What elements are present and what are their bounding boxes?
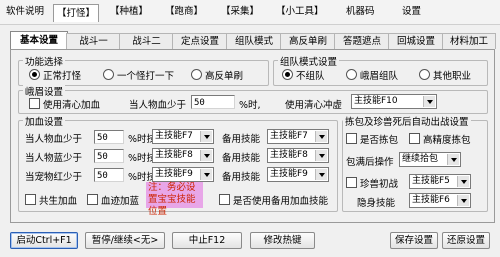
heal-settings-title: 加血设置 xyxy=(23,114,66,128)
pick-bag-checkbox[interactable]: 是否拣包 xyxy=(346,132,398,146)
radio-on-icon xyxy=(29,69,40,80)
checkbox-icon xyxy=(87,194,98,205)
chevron-down-icon xyxy=(200,150,212,161)
emei-hp-below-label: 当人物血少于 xyxy=(129,100,187,111)
chevron-down-icon xyxy=(447,154,459,165)
pet-skill-select[interactable]: 主技能F5 xyxy=(409,174,471,189)
mp-backup-label: 备用技能 xyxy=(222,153,261,164)
tab-battle-1[interactable]: 战斗一 xyxy=(66,33,121,49)
start-button[interactable]: 启动Ctrl+F1 xyxy=(10,232,78,249)
pet-hp-backup-select[interactable]: 主技能F9 xyxy=(267,167,329,182)
edit-hotkey-button[interactable]: 修改热键 xyxy=(250,232,315,249)
hp-backup-label: 备用技能 xyxy=(222,134,261,145)
radio-off-icon xyxy=(346,69,357,80)
tab-quiz[interactable]: 答题遮点 xyxy=(334,33,390,49)
chevron-down-icon xyxy=(457,195,469,206)
chevron-down-icon xyxy=(423,96,435,107)
team-mode-group: 组队模式设置 不组队 峨眉组队 其他职业 xyxy=(273,54,488,86)
team-mode-title: 组队模式设置 xyxy=(278,54,340,68)
tab-materials[interactable]: 材料加工 xyxy=(442,33,496,49)
checkbox-icon xyxy=(29,98,40,109)
checkbox-icon xyxy=(409,133,420,144)
menu-trade[interactable]: 【跑商】 xyxy=(162,3,206,20)
mp-backup-select[interactable]: 主技能F8 xyxy=(267,148,329,163)
menu-plant[interactable]: 【种植】 xyxy=(107,3,151,20)
function-select-group: 功能选择 正常打怪 一个怪打一下 高反单刷 xyxy=(18,54,269,86)
radio-off-icon xyxy=(191,69,202,80)
checkbox-icon xyxy=(346,177,357,188)
menu-bar: 软件说明 【打怪】 【种植】 【跑商】 【采集】 【小工具】 机器码 设置 xyxy=(0,0,500,25)
chevron-down-icon xyxy=(315,131,327,142)
emei-hp-unit: %时, xyxy=(239,100,261,111)
menu-gather[interactable]: 【采集】 xyxy=(218,3,262,20)
radio-normal-fight[interactable]: 正常打怪 xyxy=(29,68,81,82)
tab-return-city[interactable]: 回城设置 xyxy=(388,33,444,49)
tab-solo[interactable]: 高反单刷 xyxy=(280,33,336,49)
chevron-down-icon xyxy=(457,176,469,187)
save-settings-button[interactable]: 保存设置 xyxy=(390,232,438,249)
tab-fixed-point[interactable]: 定点设置 xyxy=(172,33,228,49)
use-backup-heal-checkbox[interactable]: 是否使用备用加血技能 xyxy=(219,193,328,207)
radio-solo[interactable]: 高反单刷 xyxy=(191,68,243,82)
tab-battle-2[interactable]: 战斗二 xyxy=(119,33,174,49)
pet-hp-below-input[interactable]: 50 xyxy=(94,168,124,182)
emei-settings-group: 峨眉设置 使用清心加血 当人物血少于 50 %时, 使用清心冲虚 主技能F10 xyxy=(18,84,488,114)
hp-below-label: 当人物血少于 xyxy=(25,134,83,145)
radio-no-team[interactable]: 不组队 xyxy=(282,68,325,82)
hp-below-input[interactable]: 50 xyxy=(94,130,124,144)
chevron-down-icon xyxy=(315,150,327,161)
checkbox-icon xyxy=(25,194,36,205)
function-select-title: 功能选择 xyxy=(23,54,66,68)
pet-hp-below-label: 当宠物红少于 xyxy=(25,172,83,183)
blood-mana-checkbox[interactable]: 血迹加蓝 xyxy=(87,193,139,207)
radio-emei-team[interactable]: 峨眉组队 xyxy=(346,68,398,82)
bag-full-label: 包满后操作 xyxy=(346,157,394,168)
mp-below-label: 当人物蓝少于 xyxy=(25,153,83,164)
checkbox-icon xyxy=(346,133,357,144)
menu-help[interactable]: 软件说明 xyxy=(3,3,47,20)
checkbox-icon xyxy=(219,194,230,205)
co-heal-checkbox[interactable]: 共生加血 xyxy=(25,193,77,207)
pet-skill-note: 注：务必设置宝宝技能位置 xyxy=(146,182,203,217)
restore-settings-button[interactable]: 还原设置 xyxy=(442,232,490,249)
hq-pick-checkbox[interactable]: 高精度拣包 xyxy=(409,132,471,146)
chevron-down-icon xyxy=(315,169,327,180)
menu-machine-code[interactable]: 机器码 xyxy=(343,3,378,20)
emei-skill-select[interactable]: 主技能F10 xyxy=(351,94,437,109)
mp-below-input[interactable]: 50 xyxy=(94,149,124,163)
menu-tools[interactable]: 【小工具】 xyxy=(273,3,327,20)
basic-settings-panel: 功能选择 正常打怪 一个怪打一下 高反单刷 组队模式设置 不组队 峨眉组队 其他… xyxy=(10,49,495,223)
radio-off-icon xyxy=(103,69,114,80)
pickup-settings-title: 拣包及珍兽死后自动出战设置 xyxy=(343,114,471,128)
menu-fight[interactable]: 【打怪】 xyxy=(53,4,100,22)
stealth-skill-select[interactable]: 主技能F6 xyxy=(409,193,471,208)
hp-skill-select[interactable]: 主技能F7 xyxy=(152,129,214,144)
emei-settings-title: 峨眉设置 xyxy=(23,84,66,98)
menu-settings[interactable]: 设置 xyxy=(399,3,424,20)
settings-tabs: 基本设置 战斗一 战斗二 定点设置 组队模式 高反单刷 答题遮点 回城设置 材料… xyxy=(10,31,496,50)
pet-hp-skill-select[interactable]: 主技能F9 xyxy=(152,167,214,182)
chevron-down-icon xyxy=(200,169,212,180)
chevron-down-icon xyxy=(200,131,212,142)
pet-hp-backup-label: 备用技能 xyxy=(222,172,261,183)
pause-resume-button[interactable]: 暂停/继续<无> xyxy=(85,232,165,249)
emei-use-skill-label: 使用清心冲虚 xyxy=(285,100,343,111)
stealth-skill-label: 隐身技能 xyxy=(357,198,396,209)
mp-skill-select[interactable]: 主技能F8 xyxy=(152,148,214,163)
emei-hp-below-input[interactable]: 50 xyxy=(191,95,235,109)
bag-full-select[interactable]: 继续拾包 xyxy=(399,152,461,167)
pet-first-battle-checkbox[interactable]: 珍兽初战 xyxy=(346,176,398,190)
tab-basic[interactable]: 基本设置 xyxy=(10,31,68,50)
hp-backup-select[interactable]: 主技能F7 xyxy=(267,129,329,144)
tab-team-mode[interactable]: 组队模式 xyxy=(226,33,282,49)
pickup-settings-group: 拣包及珍兽死后自动出战设置 是否拣包 高精度拣包 包满后操作 继续拾包 珍兽初战… xyxy=(342,114,488,212)
emei-use-heal-checkbox[interactable]: 使用清心加血 xyxy=(29,97,100,111)
stop-button[interactable]: 中止F12 xyxy=(172,232,242,249)
radio-other-class[interactable]: 其他职业 xyxy=(419,68,471,82)
radio-off-icon xyxy=(419,69,430,80)
radio-on-icon xyxy=(282,69,293,80)
radio-hit-once[interactable]: 一个怪打一下 xyxy=(103,68,174,82)
